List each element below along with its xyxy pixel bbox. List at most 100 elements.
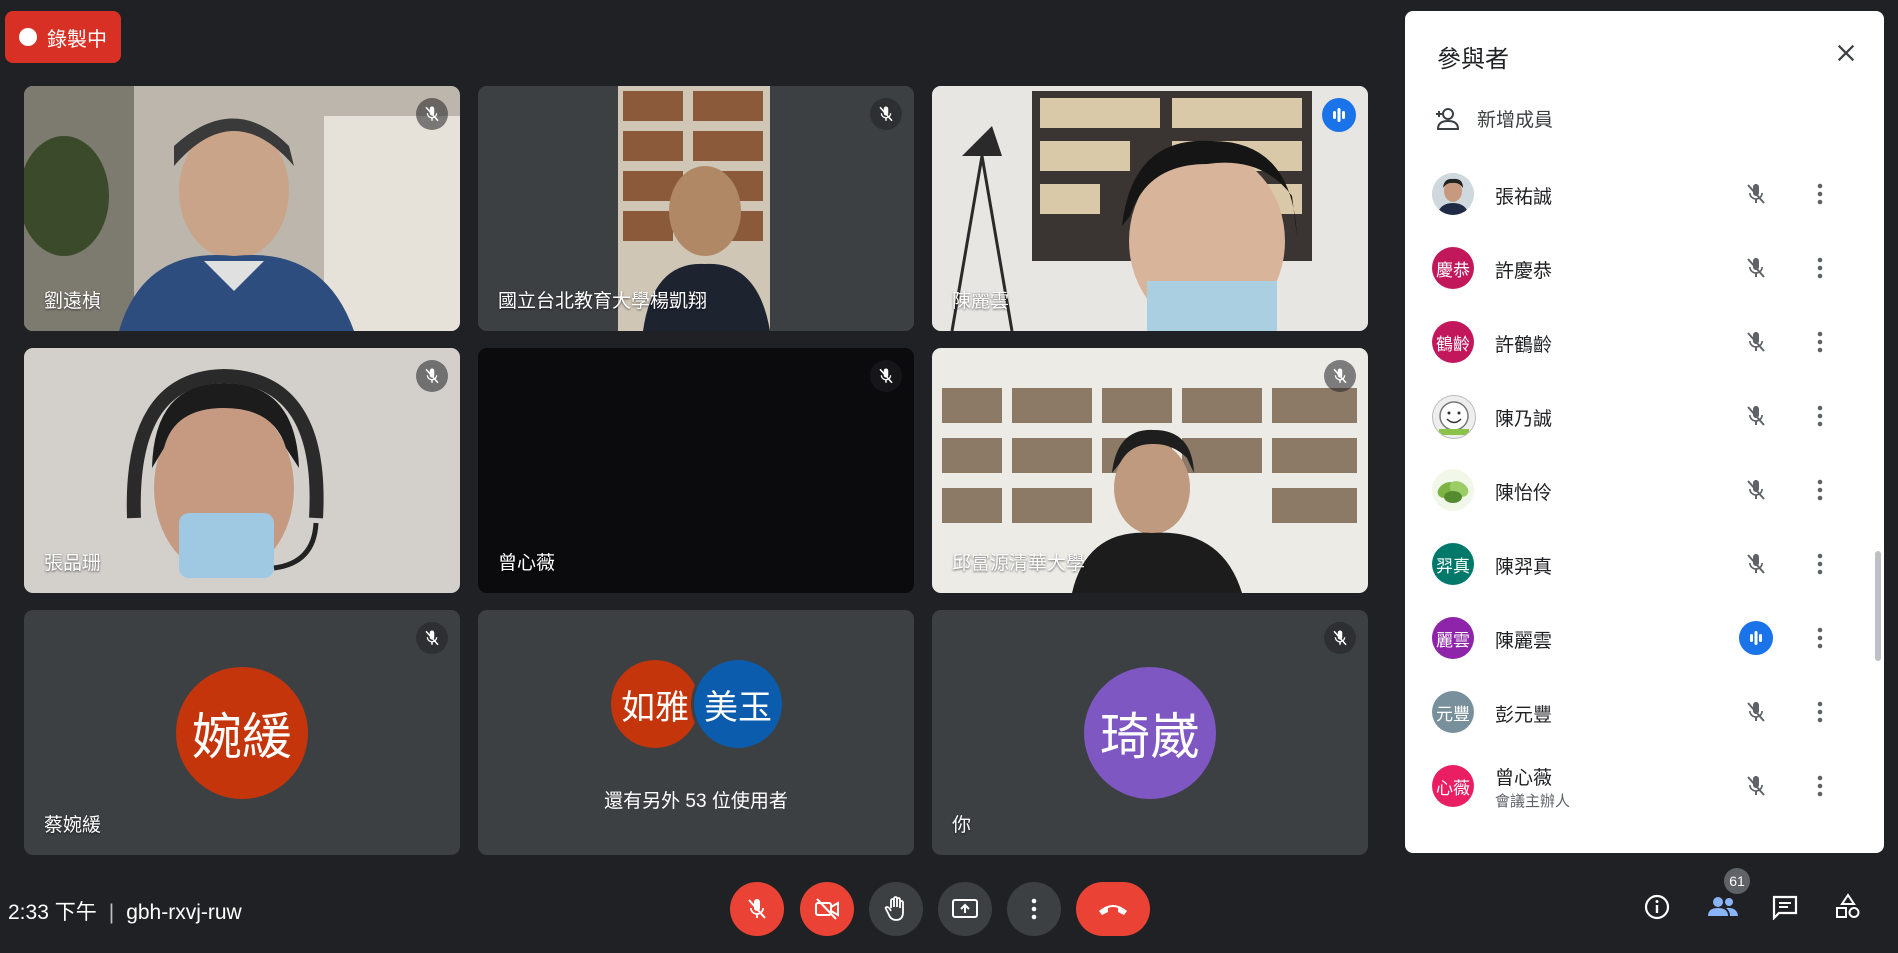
raise-hand-button[interactable] — [869, 882, 923, 936]
more-options-button[interactable] — [1805, 327, 1835, 357]
participant-name: 許鶴齡 — [1495, 335, 1553, 356]
mic-off-icon — [1324, 622, 1356, 654]
list-item[interactable]: 慶恭 許慶恭 — [1405, 231, 1884, 305]
participant-name: 陳乃誠 — [1495, 409, 1553, 430]
participant-name: 許慶恭 — [1495, 261, 1553, 282]
list-item[interactable]: 陳怡伶 — [1405, 453, 1884, 527]
call-end-icon — [1099, 905, 1127, 915]
mic-off-icon[interactable] — [1741, 697, 1771, 727]
participant-avatar: 如雅 — [611, 660, 699, 748]
speaking-indicator-icon — [1322, 98, 1356, 132]
more-options-button[interactable] — [1007, 882, 1061, 936]
hand-icon — [884, 896, 904, 921]
list-item[interactable]: 心薇 曾心薇 會議主辦人 — [1405, 749, 1884, 823]
list-item[interactable]: 張祐誠 — [1405, 157, 1884, 231]
participant-name: 劉遠楨 — [44, 291, 102, 312]
leave-call-button[interactable] — [1076, 882, 1150, 936]
participant-tile[interactable]: 張品珊 — [24, 348, 460, 593]
list-item[interactable]: 陳乃誠 — [1405, 379, 1884, 453]
show-everyone-button[interactable] — [1706, 890, 1740, 924]
meeting-info-text: 2:33 下午 | gbh-rxvj-ruw — [8, 901, 242, 924]
chat-button[interactable] — [1768, 890, 1802, 924]
leaf-avatar-icon — [1432, 469, 1474, 511]
bottom-bar: 2:33 下午 | gbh-rxvj-ruw 61 — [0, 868, 1898, 948]
list-item[interactable]: 鶴齡 許鶴齡 — [1405, 305, 1884, 379]
more-vert-icon — [1817, 701, 1823, 723]
host-label: 會議主辦人 — [1495, 793, 1571, 810]
list-item[interactable]: 元豐 彭元豐 — [1405, 675, 1884, 749]
participant-tile[interactable]: 婉緩 蔡婉緩 — [24, 610, 460, 855]
mic-off-icon[interactable] — [1741, 401, 1771, 431]
participant-avatar: 心薇 — [1432, 765, 1474, 807]
present-screen-button[interactable] — [938, 882, 992, 936]
recording-label: 錄製中 — [47, 28, 107, 51]
meeting-details-button[interactable] — [1640, 890, 1674, 924]
current-time: 2:33 下午 — [8, 901, 97, 924]
participant-tile[interactable]: 劉遠楨 — [24, 86, 460, 331]
participants-panel: 參與者 新增成員 張祐誠 慶恭 許慶恭 鶴齡 許鶴齡 陳乃誠 陳怡伶 羿真 陳羿… — [1405, 11, 1884, 853]
participant-avatar: 琦崴 — [1084, 667, 1216, 799]
participant-name: 你 — [952, 815, 972, 836]
more-options-button[interactable] — [1805, 179, 1835, 209]
activities-button[interactable] — [1831, 890, 1865, 924]
close-panel-button[interactable] — [1830, 37, 1862, 69]
self-tile[interactable]: 琦崴 你 — [932, 610, 1368, 855]
person-add-icon — [1436, 107, 1460, 130]
panel-scrollbar[interactable] — [1875, 551, 1881, 661]
more-options-button[interactable] — [1805, 475, 1835, 505]
more-options-button[interactable] — [1805, 549, 1835, 579]
participant-avatar: 婉緩 — [176, 667, 308, 799]
recording-badge: 錄製中 — [5, 11, 121, 63]
more-options-button[interactable] — [1805, 253, 1835, 283]
meeting-code: gbh-rxvj-ruw — [126, 901, 242, 924]
info-icon — [1644, 894, 1670, 920]
more-options-button[interactable] — [1805, 697, 1835, 727]
smiley-avatar-icon — [1432, 395, 1476, 439]
more-participants-tile[interactable]: 如雅 美玉 還有另外 53 位使用者 — [478, 610, 914, 855]
more-options-button[interactable] — [1805, 771, 1835, 801]
list-item[interactable]: 麗雲 陳麗雲 — [1405, 601, 1884, 675]
list-item[interactable]: 羿真 陳羿真 — [1405, 527, 1884, 601]
mic-off-icon — [870, 98, 902, 130]
more-vert-icon — [1817, 553, 1823, 575]
mic-off-icon[interactable] — [1741, 179, 1771, 209]
more-vert-icon — [1817, 331, 1823, 353]
add-member-button[interactable]: 新增成員 — [1433, 105, 1553, 132]
participant-avatar: 元豐 — [1432, 691, 1474, 733]
mic-off-icon — [870, 360, 902, 392]
mic-off-icon — [1324, 360, 1356, 392]
mic-off-icon — [416, 98, 448, 130]
more-vert-icon — [1817, 183, 1823, 205]
more-options-button[interactable] — [1805, 623, 1835, 653]
people-icon — [1708, 897, 1738, 916]
more-vert-icon — [1817, 405, 1823, 427]
participant-tile[interactable]: 邱富源清華大學 — [932, 348, 1368, 593]
participant-name: 陳麗雲 — [952, 291, 1010, 312]
mic-off-icon[interactable] — [1741, 771, 1771, 801]
more-vert-icon — [1817, 627, 1823, 649]
videocam-off-icon — [815, 898, 839, 920]
camera-toggle-button[interactable] — [800, 882, 854, 936]
mic-off-icon[interactable] — [1741, 549, 1771, 579]
mic-off-icon[interactable] — [1741, 327, 1771, 357]
mic-off-icon[interactable] — [1741, 475, 1771, 505]
microphone-toggle-button[interactable] — [730, 882, 784, 936]
mic-off-icon[interactable] — [1741, 253, 1771, 283]
participant-tile[interactable]: 曾心薇 — [478, 348, 914, 593]
participant-name: 張祐誠 — [1495, 187, 1553, 208]
participant-name: 曾心薇 — [498, 553, 556, 574]
more-vert-icon — [1817, 479, 1823, 501]
more-vert-icon — [1817, 257, 1823, 279]
participant-name: 國立台北教育大學楊凱翔 — [498, 291, 708, 312]
participant-avatar: 慶恭 — [1432, 247, 1474, 289]
more-options-button[interactable] — [1805, 401, 1835, 431]
people-count-badge: 61 — [1724, 868, 1750, 894]
more-vert-icon — [1031, 898, 1037, 920]
participant-tile[interactable]: 國立台北教育大學楊凱翔 — [478, 86, 914, 331]
mic-off-icon — [416, 622, 448, 654]
participant-tile-active-speaker[interactable]: 陳麗雲 — [932, 86, 1368, 331]
participant-name: 張品珊 — [44, 553, 102, 574]
close-icon — [1837, 44, 1855, 62]
participant-name: 蔡婉緩 — [44, 815, 102, 836]
participant-avatar-photo — [1432, 173, 1474, 215]
